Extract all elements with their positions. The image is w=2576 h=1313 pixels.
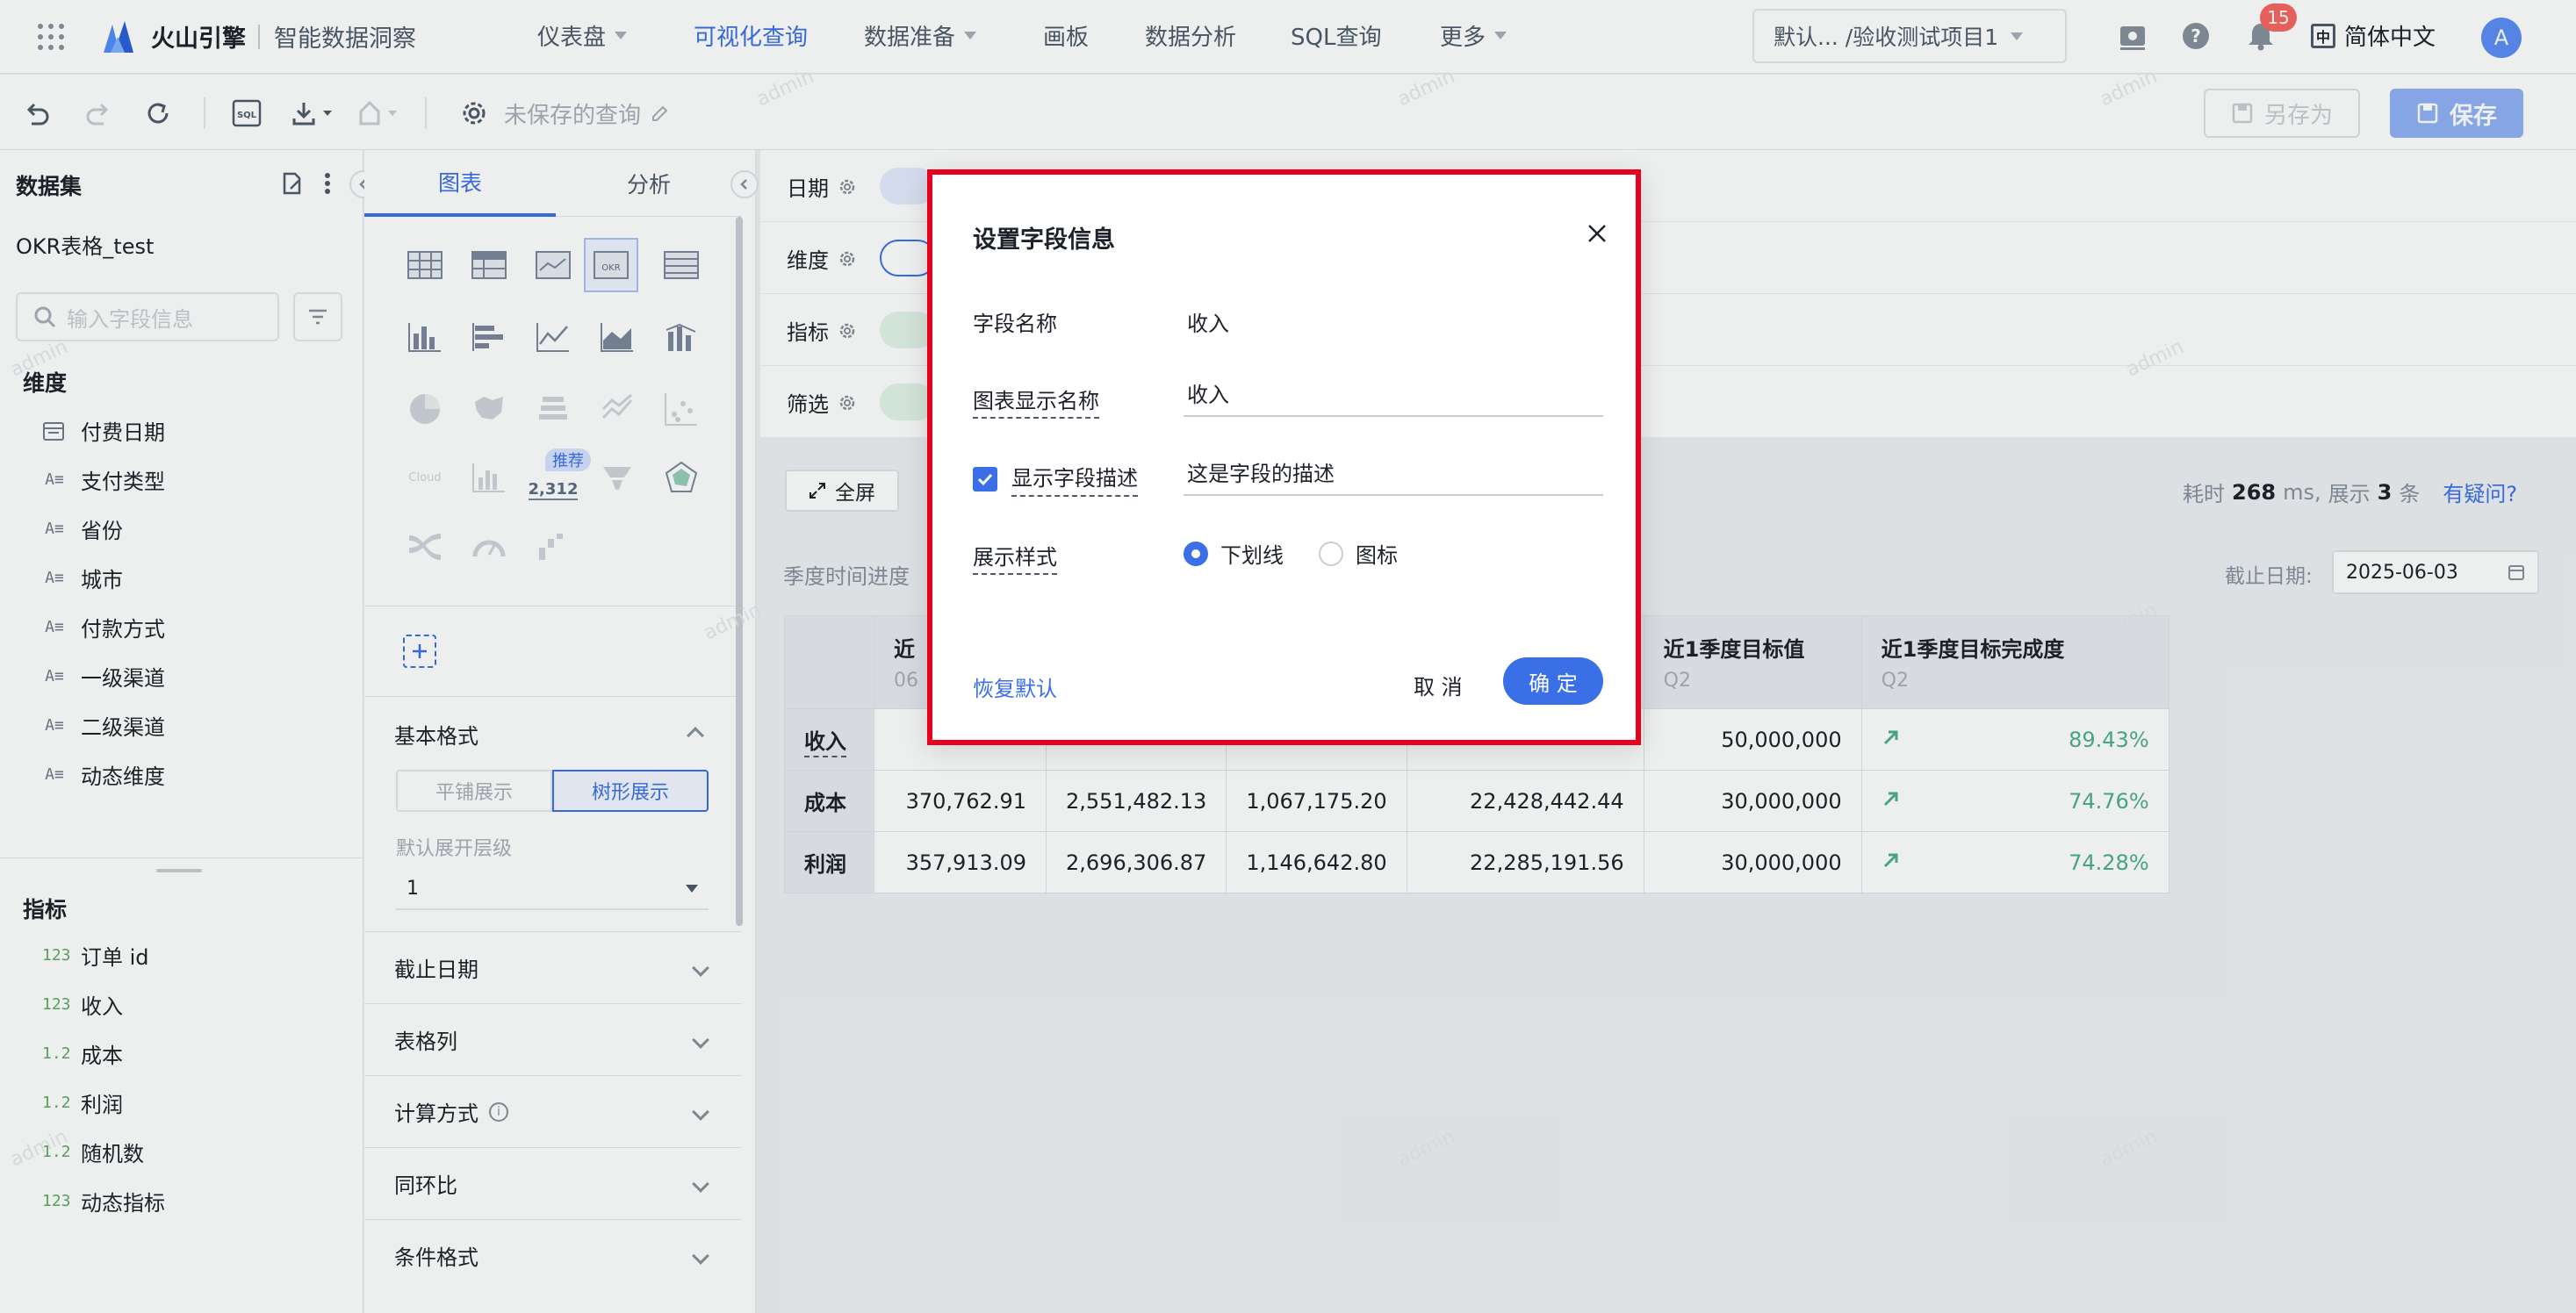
- field-settings-dialog: 设置字段信息 字段名称 收入 图表显示名称 收入 显示字段描述 这是字段的描述 …: [927, 169, 1641, 745]
- style-icon-label: 图标: [1356, 543, 1398, 568]
- display-name-input[interactable]: 收入: [1184, 370, 1603, 417]
- confirm-button[interactable]: 确 定: [1503, 657, 1603, 705]
- restore-default-link[interactable]: 恢复默认: [973, 671, 1057, 702]
- display-name-label-text: 图表显示名称: [973, 389, 1099, 419]
- display-name-input-value: 收入: [1187, 382, 1229, 407]
- description-input[interactable]: 这是字段的描述: [1184, 448, 1603, 496]
- show-description-label: 显示字段描述: [1011, 461, 1138, 497]
- display-style-label-text: 展示样式: [973, 545, 1057, 575]
- confirm-label: 确 定: [1529, 671, 1578, 696]
- checkbox-checked-icon: [973, 466, 997, 491]
- cancel-button[interactable]: 取 消: [1414, 670, 1463, 700]
- show-description-checkbox[interactable]: 显示字段描述: [973, 461, 1138, 497]
- style-underline-label: 下划线: [1220, 543, 1284, 568]
- field-name-value: 收入: [1187, 312, 1229, 336]
- description-input-value: 这是字段的描述: [1187, 461, 1335, 486]
- style-underline-radio[interactable]: 下划线: [1184, 538, 1284, 569]
- display-style-label: 展示样式: [973, 540, 1057, 575]
- style-icon-radio[interactable]: 图标: [1319, 538, 1398, 569]
- close-icon[interactable]: [1586, 222, 1608, 245]
- display-name-label: 图表显示名称: [973, 384, 1099, 419]
- field-name-label: 字段名称: [973, 312, 1057, 336]
- dialog-title: 设置字段信息: [973, 226, 1115, 254]
- radio-unselected-icon: [1319, 541, 1343, 566]
- radio-selected-icon: [1184, 541, 1208, 566]
